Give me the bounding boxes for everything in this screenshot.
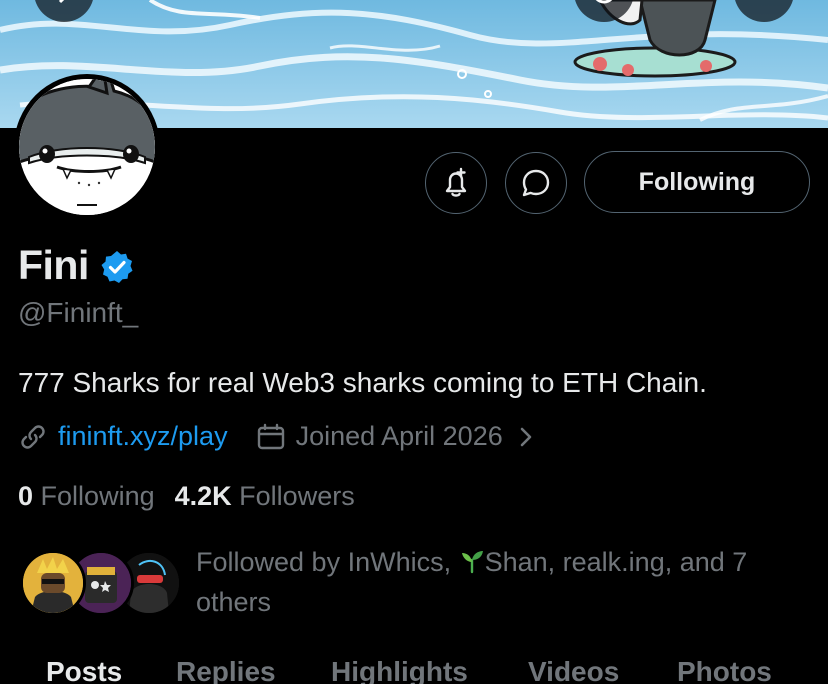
- profile-bio: 777 Sharks for real Web3 sharks coming t…: [18, 367, 707, 398]
- tab-videos[interactable]: Videos: [528, 656, 619, 684]
- profile-name: Fini: [18, 242, 89, 288]
- search-button[interactable]: [574, 0, 634, 22]
- verified-badge-icon[interactable]: [99, 249, 135, 285]
- more-button[interactable]: [734, 0, 794, 22]
- profile-website-link[interactable]: fininft.xyz/play: [58, 421, 228, 452]
- notify-button[interactable]: [425, 152, 487, 214]
- tab-posts[interactable]: Posts: [46, 656, 122, 684]
- followed-by-prefix: Followed by InWhics,: [196, 547, 459, 577]
- followed-by-text[interactable]: Followed by InWhics, Shan, realk.ing, an…: [196, 542, 806, 622]
- profile-tabs: Posts Replies Highlights Videos Photos: [0, 652, 828, 684]
- followers-count: 4.2K: [174, 481, 232, 511]
- followers-label: Followers: [239, 481, 355, 511]
- followers-stat[interactable]: 4.2K Followers: [175, 481, 355, 511]
- calendar-icon: [257, 423, 284, 449]
- profile-joined-date: Joined April 2026: [295, 421, 503, 451]
- link-icon: [21, 424, 45, 449]
- tab-replies[interactable]: Replies: [176, 656, 276, 684]
- bell-plus-icon: [445, 167, 467, 197]
- avatar: [20, 550, 86, 616]
- following-label: Following: [40, 481, 155, 511]
- shark-avatar-image: [19, 79, 155, 215]
- following-stat[interactable]: 0 Following: [18, 481, 155, 511]
- followed-by-avatars[interactable]: [20, 550, 182, 618]
- profile-name-row: Fini: [18, 242, 135, 289]
- profile-page: Following Fini @Fininft_ 777 Sharks for …: [0, 0, 828, 684]
- following-button[interactable]: Following: [584, 151, 810, 213]
- tab-highlights[interactable]: Highlights: [331, 656, 468, 684]
- chevron-right-icon[interactable]: [517, 424, 535, 450]
- back-button[interactable]: [34, 0, 94, 22]
- profile-stats: 0 Following 4.2K Followers: [18, 481, 355, 512]
- more-icon: [734, 0, 794, 22]
- tab-photos[interactable]: Photos: [677, 656, 772, 684]
- back-arrow-icon: [58, 0, 65, 4]
- following-count: 0: [18, 481, 34, 511]
- message-button[interactable]: [505, 152, 567, 214]
- search-icon: [595, 0, 613, 4]
- profile-handle: @Fininft_: [18, 297, 139, 328]
- profile-meta-row: fininft.xyz/play Joined April 2026: [18, 421, 535, 452]
- profile-avatar[interactable]: [14, 74, 160, 220]
- message-icon: [522, 169, 550, 197]
- sprout-icon: [461, 551, 483, 574]
